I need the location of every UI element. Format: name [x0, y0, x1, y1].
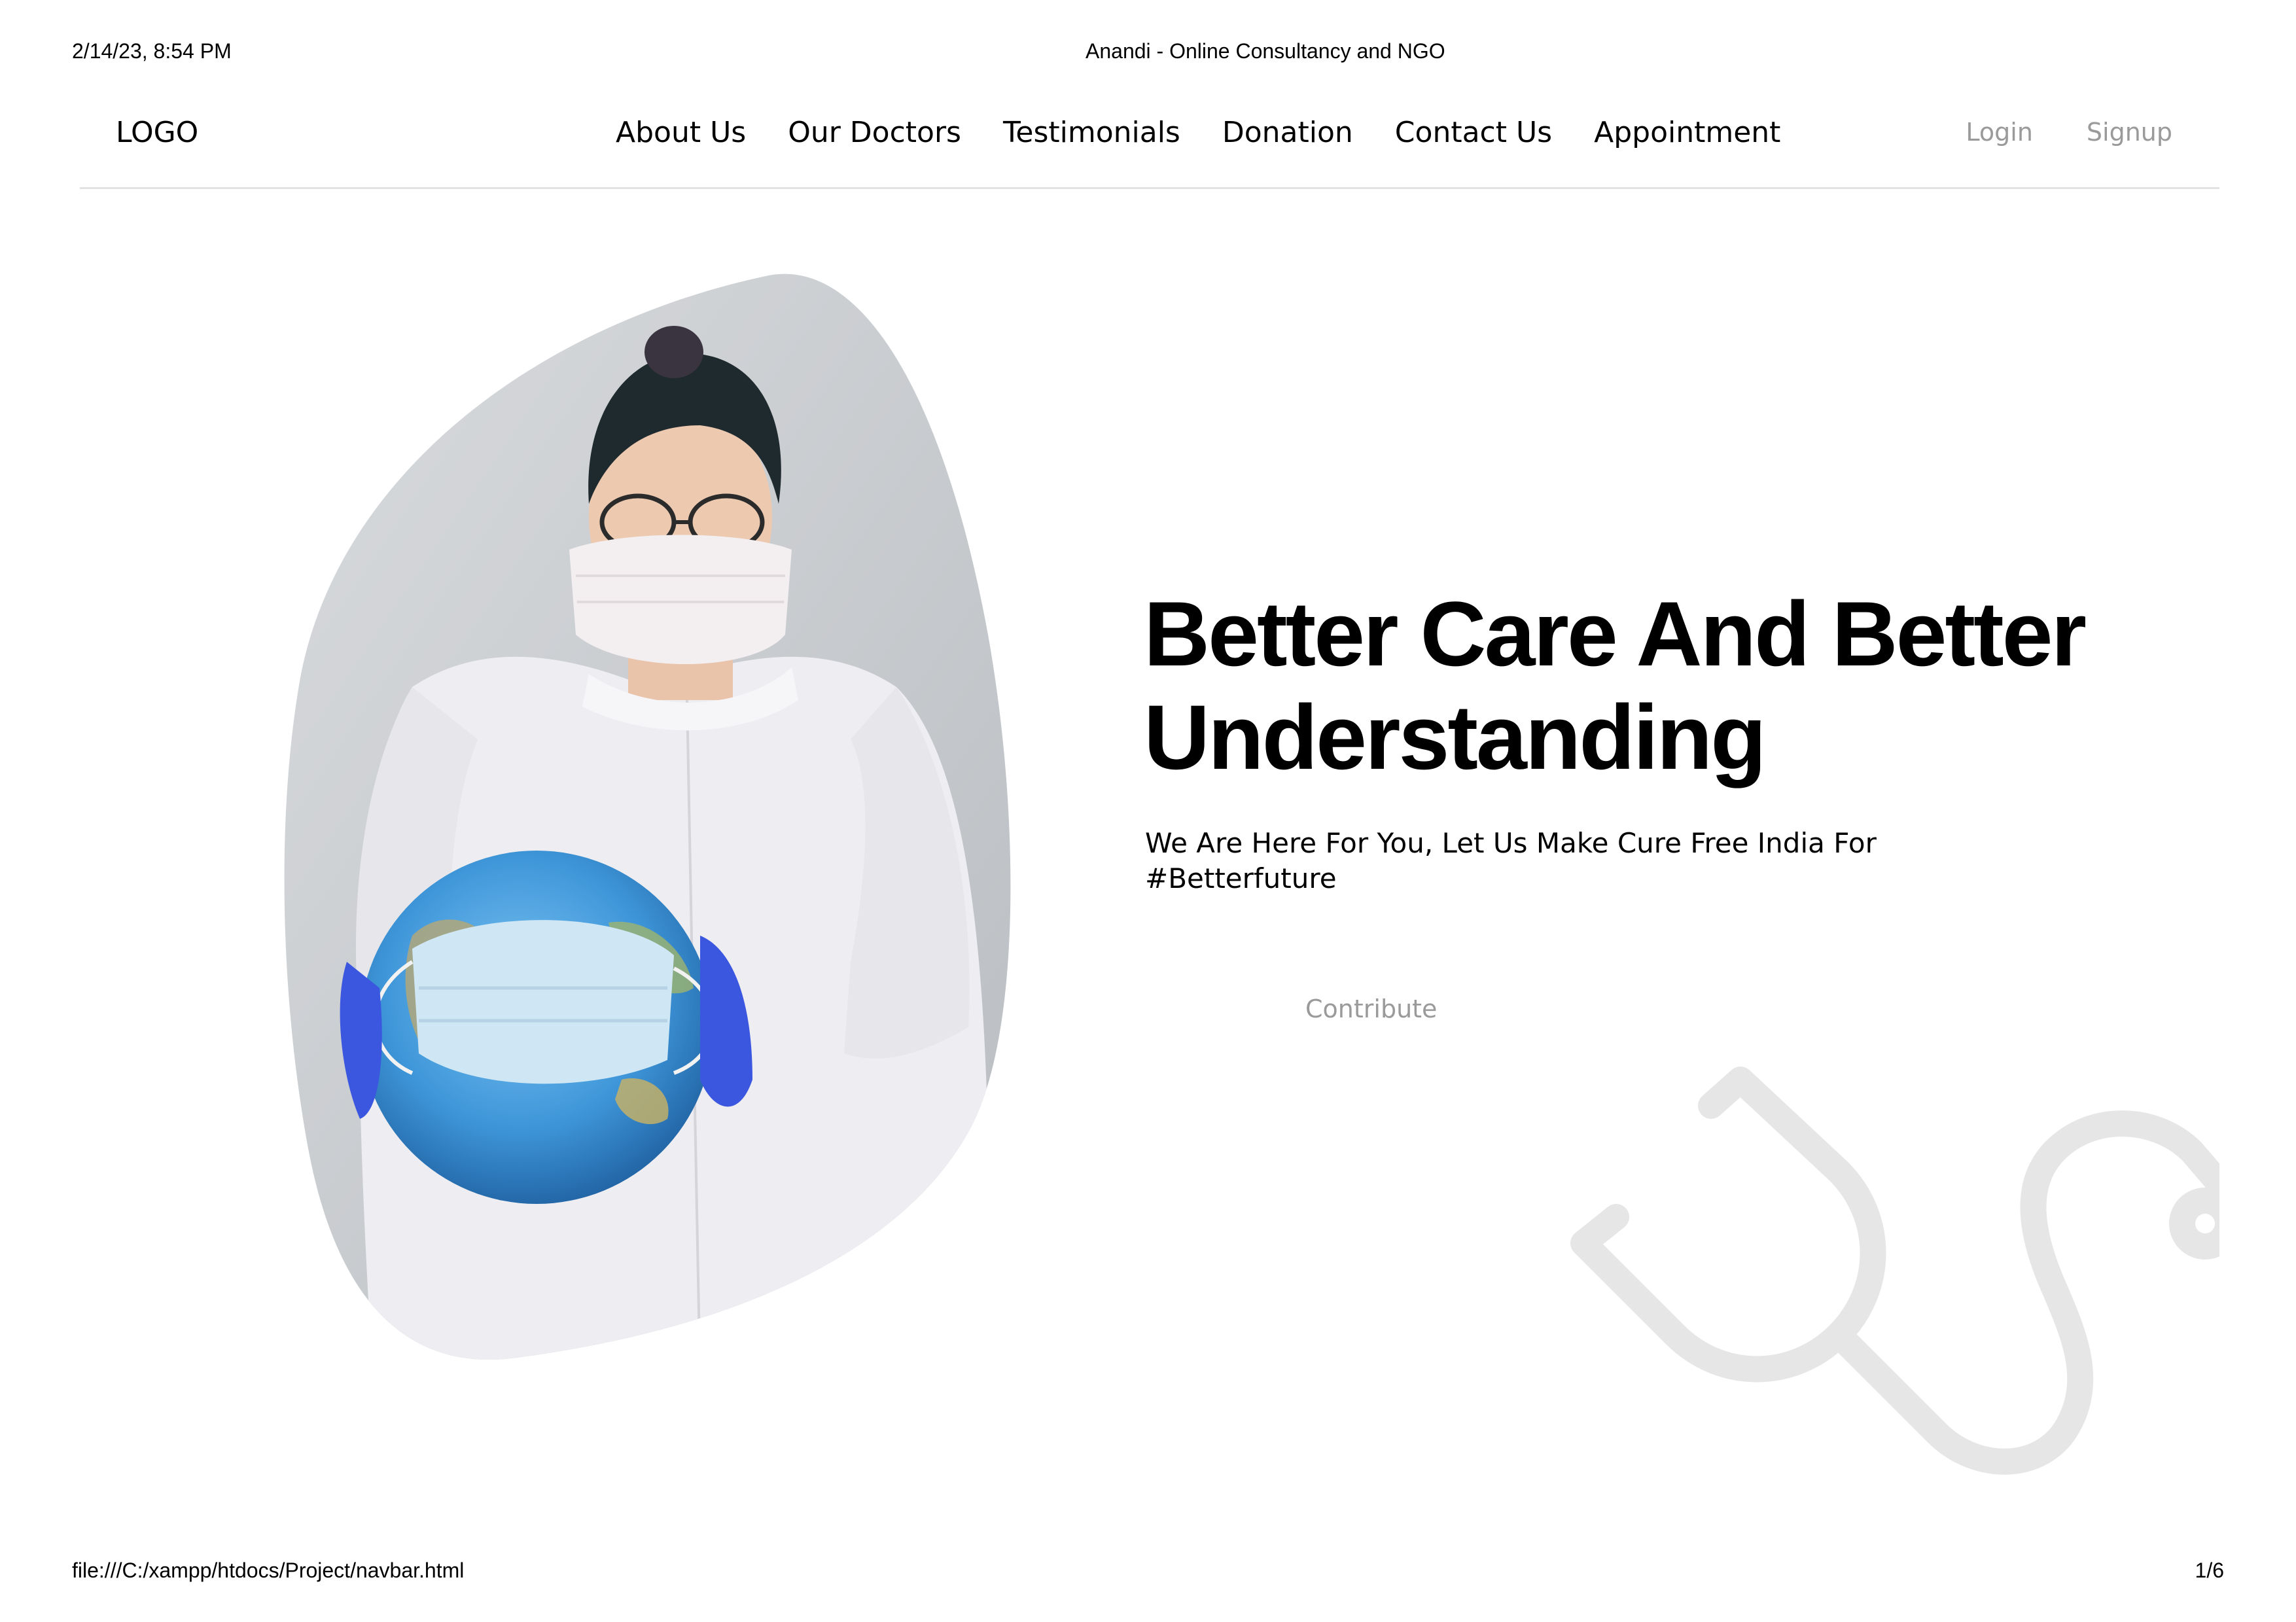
hero-title-line-1: Better Care And Better [1144, 582, 2087, 685]
hero-title: Better Care And Better Understanding [1144, 582, 2256, 789]
navbar: LOGO About Us Our Doctors Testimonials D… [80, 92, 2219, 189]
login-button[interactable]: Login [1966, 118, 2033, 147]
hero-subtitle-line-2: #Betterfuture [1145, 862, 1337, 894]
hero-subtitle: We Are Here For You, Let Us Make Cure Fr… [1145, 826, 1898, 896]
contribute-button[interactable]: Contribute [1305, 995, 1437, 1023]
nav-link-our-doctors[interactable]: Our Doctors [788, 116, 961, 149]
hero-title-line-2: Understanding [1144, 686, 1767, 788]
logo[interactable]: LOGO [116, 116, 198, 149]
print-page-title: Anandi - Online Consultancy and NGO [1086, 39, 1445, 63]
print-file-path: file:///C:/xampp/htdocs/Project/navbar.h… [72, 1559, 465, 1582]
auth-links: Login Signup [1966, 118, 2172, 147]
nav-link-donation[interactable]: Donation [1222, 116, 1353, 149]
print-page-number: 1/6 [2195, 1559, 2224, 1582]
hero-image [281, 268, 1027, 1367]
nav-links: About Us Our Doctors Testimonials Donati… [616, 116, 1780, 149]
nav-link-appointment[interactable]: Appointment [1594, 116, 1780, 149]
print-datetime: 2/14/23, 8:54 PM [72, 39, 232, 63]
nav-link-contact-us[interactable]: Contact Us [1395, 116, 1552, 149]
hero-subtitle-line-1: We Are Here For You, Let Us Make Cure Fr… [1145, 827, 1877, 859]
nav-link-about-us[interactable]: About Us [616, 116, 746, 149]
stethoscope-icon [1544, 1040, 2219, 1511]
signup-button[interactable]: Signup [2087, 118, 2172, 147]
nav-link-testimonials[interactable]: Testimonials [1003, 116, 1180, 149]
